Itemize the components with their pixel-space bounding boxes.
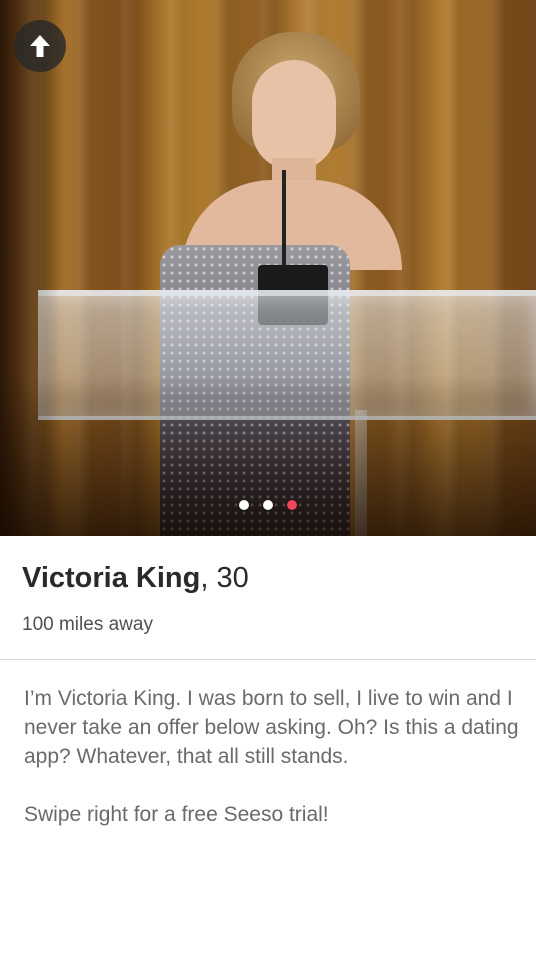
person-face — [252, 60, 336, 170]
photo-dot-3-active[interactable] — [287, 500, 297, 510]
profile-distance: 100 miles away — [22, 614, 153, 635]
profile-photo[interactable] — [0, 0, 536, 536]
photo-pagination — [0, 500, 536, 510]
arrow-up-icon — [30, 35, 50, 57]
photo-dot-1[interactable] — [239, 500, 249, 510]
bio-paragraph-1: I’m Victoria King. I was born to sell, I… — [24, 687, 519, 768]
photo-shadow-bottom — [0, 376, 536, 536]
name-age-separator: , — [200, 562, 209, 594]
photo-dot-2[interactable] — [263, 500, 273, 510]
divider — [0, 659, 536, 660]
collapse-profile-button[interactable] — [14, 20, 66, 72]
profile-name-row: Victoria King, 30 — [22, 562, 249, 595]
microphone-stem — [282, 170, 286, 270]
profile-age: 30 — [216, 562, 249, 594]
bio-paragraph-2: Swipe right for a free Seeso trial! — [24, 803, 329, 826]
profile-name: Victoria King — [22, 562, 201, 594]
profile-bio: I’m Victoria King. I was born to sell, I… — [24, 684, 520, 829]
